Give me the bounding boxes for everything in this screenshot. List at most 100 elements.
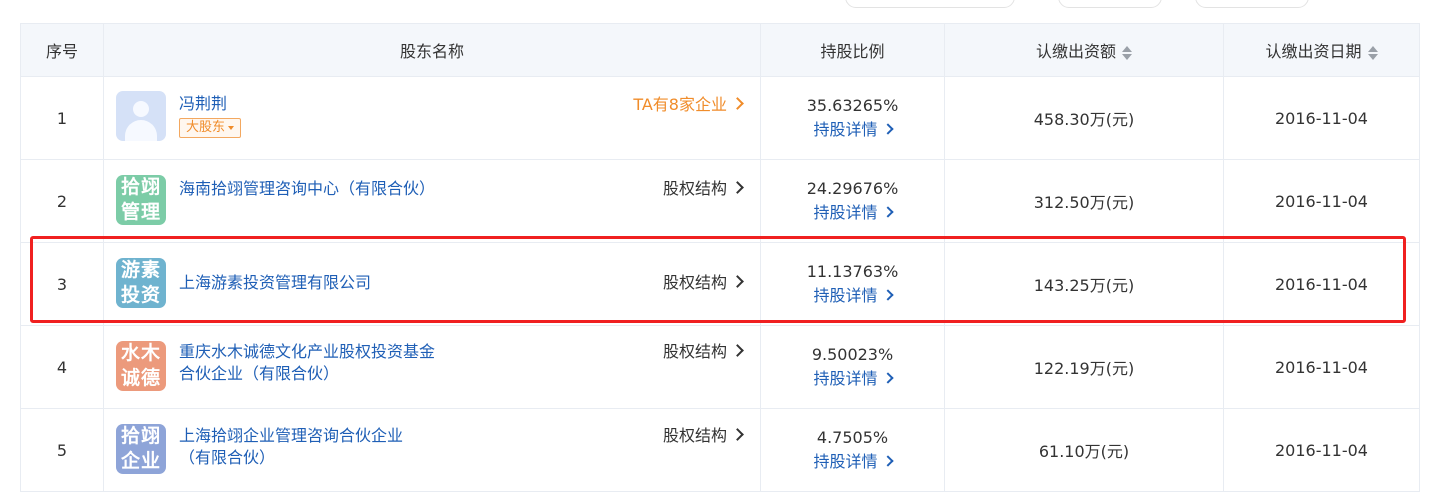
date-cell: 2016-11-04: [1223, 408, 1420, 492]
chevron-right-icon: [881, 454, 894, 467]
amount-cell: 122.19万(元): [944, 325, 1224, 409]
row-index: 3: [20, 242, 104, 326]
subscribed-date: 2016-11-04: [1275, 274, 1368, 294]
amount-cell: 61.10万(元): [944, 408, 1224, 492]
row-index: 5: [20, 408, 104, 492]
equity-structure-label: 股权结构: [662, 342, 727, 361]
chevron-right-icon: [881, 122, 894, 135]
shareholder-table: 序号 股东名称 持股比例 认缴出资额 认缴出资日期 1 冯荆荆 大股东 TA有8…: [20, 23, 1420, 492]
equity-structure-link[interactable]: 股权结构: [662, 425, 744, 447]
table-row: 3 游素 投资 上海游素投资管理有限公司 股权结构 11.13763% 持股详情…: [20, 242, 1420, 326]
subscribed-amount: 312.50万(元): [1033, 193, 1135, 212]
row-index: 1: [20, 76, 104, 160]
header-amount-label[interactable]: 认缴出资额: [1036, 42, 1116, 61]
header-date-label[interactable]: 认缴出资日期: [1265, 42, 1361, 61]
logo-text-line: 投资: [120, 284, 161, 306]
shareholder-cell: 拾翊 企业 上海拾翊企业管理咨询合伙企业（有限合伙） 股权结构: [103, 408, 761, 492]
top-filter-button-2[interactable]: [1058, 0, 1162, 8]
row-index-value: 5: [56, 440, 68, 460]
shareholder-name-link[interactable]: 重庆水木诚德文化产业股权投资基金合伙企业（有限合伙）: [179, 341, 449, 385]
header-amount[interactable]: 认缴出资额: [944, 23, 1224, 77]
top-filter-button-3[interactable]: [1195, 0, 1309, 8]
major-shareholder-tag[interactable]: 大股东: [179, 118, 242, 138]
table-row: 5 拾翊 企业 上海拾翊企业管理咨询合伙企业（有限合伙） 股权结构 4.7505…: [20, 408, 1420, 492]
header-ratio-label: 持股比例: [820, 42, 885, 61]
caret-down-icon: [228, 125, 235, 130]
shareholder-name-link[interactable]: 上海游素投资管理有限公司: [179, 272, 434, 294]
major-shareholder-tag-label: 大股东: [186, 120, 226, 135]
equity-structure-label: 股权结构: [662, 179, 727, 198]
logo-text-line: 水木: [120, 342, 161, 364]
amount-cell: 312.50万(元): [944, 159, 1224, 243]
shareholder-cell: 拾翊 管理 海南拾翊管理咨询中心（有限合伙） 股权结构: [103, 159, 761, 243]
ratio-cell: 9.50023% 持股详情: [760, 325, 945, 409]
share-ratio: 11.13763%: [806, 262, 899, 281]
holding-detail-label: 持股详情: [813, 452, 878, 471]
person-avatar-icon[interactable]: [116, 91, 166, 141]
holding-detail-label: 持股详情: [813, 286, 878, 305]
subscribed-amount: 458.30万(元): [1033, 110, 1135, 129]
subscribed-date: 2016-11-04: [1275, 191, 1368, 211]
subscribed-amount: 122.19万(元): [1033, 359, 1135, 378]
sort-icon[interactable]: [1367, 45, 1378, 60]
holding-detail-link[interactable]: 持股详情: [762, 118, 943, 142]
chevron-right-icon: [731, 344, 744, 357]
shareholder-name-link[interactable]: 海南拾翊管理咨询中心（有限合伙）: [179, 178, 435, 200]
date-cell: 2016-11-04: [1223, 325, 1420, 409]
ratio-cell: 35.63265% 持股详情: [760, 76, 945, 160]
shareholder-cell: 冯荆荆 大股东 TA有8家企业: [103, 76, 761, 160]
share-ratio: 4.7505%: [816, 428, 889, 447]
subscribed-amount: 61.10万(元): [1038, 442, 1130, 461]
equity-structure-link[interactable]: 股权结构: [662, 178, 744, 200]
shareholder-name-link[interactable]: 冯荆荆: [179, 93, 434, 115]
ratio-cell: 4.7505% 持股详情: [760, 408, 945, 492]
chevron-right-icon: [881, 371, 894, 384]
logo-text-line: 企业: [120, 450, 161, 472]
logo-text-line: 拾翊: [120, 425, 161, 447]
share-ratio: 24.29676%: [806, 179, 899, 198]
company-logo-icon[interactable]: 游素 投资: [116, 258, 166, 308]
holding-detail-link[interactable]: 持股详情: [762, 284, 943, 308]
chevron-right-icon: [731, 181, 744, 194]
subscribed-date: 2016-11-04: [1275, 108, 1368, 128]
date-cell: 2016-11-04: [1223, 242, 1420, 326]
related-companies-label: TA有8家企业: [633, 95, 727, 114]
chevron-right-icon: [731, 97, 744, 110]
shareholder-cell: 水木 诚德 重庆水木诚德文化产业股权投资基金合伙企业（有限合伙） 股权结构: [103, 325, 761, 409]
chevron-right-icon: [881, 205, 894, 218]
holding-detail-label: 持股详情: [813, 203, 878, 222]
shareholder-name-link[interactable]: 上海拾翊企业管理咨询合伙企业（有限合伙）: [179, 425, 434, 469]
header-name-label: 股东名称: [399, 42, 464, 61]
equity-structure-link[interactable]: 股权结构: [662, 341, 744, 363]
subscribed-amount: 143.25万(元): [1033, 276, 1135, 295]
header-name: 股东名称: [103, 23, 761, 77]
row-index-value: 2: [56, 191, 68, 211]
company-logo-icon[interactable]: 拾翊 企业: [116, 424, 166, 474]
company-logo-icon[interactable]: 拾翊 管理: [116, 175, 166, 225]
holding-detail-link[interactable]: 持股详情: [762, 201, 943, 225]
holding-detail-link[interactable]: 持股详情: [762, 450, 943, 474]
holding-detail-link[interactable]: 持股详情: [762, 367, 943, 391]
holding-detail-label: 持股详情: [813, 120, 878, 139]
company-logo-icon[interactable]: 水木 诚德: [116, 341, 166, 391]
top-filter-button-1[interactable]: [845, 0, 1015, 8]
logo-text-line: 诚德: [120, 367, 161, 389]
logo-text-line: 拾翊: [120, 176, 161, 198]
row-index-value: 3: [56, 274, 68, 294]
related-companies-link[interactable]: TA有8家企业: [633, 94, 744, 116]
share-ratio: 35.63265%: [806, 96, 899, 115]
table-row: 2 拾翊 管理 海南拾翊管理咨询中心（有限合伙） 股权结构 24.29676% …: [20, 159, 1420, 243]
holding-detail-label: 持股详情: [813, 369, 878, 388]
amount-cell: 458.30万(元): [944, 76, 1224, 160]
header-date[interactable]: 认缴出资日期: [1223, 23, 1420, 77]
subscribed-date: 2016-11-04: [1275, 357, 1368, 377]
table-row: 4 水木 诚德 重庆水木诚德文化产业股权投资基金合伙企业（有限合伙） 股权结构 …: [20, 325, 1420, 409]
equity-structure-link[interactable]: 股权结构: [663, 272, 744, 294]
share-ratio: 9.50023%: [811, 345, 894, 364]
equity-structure-label: 股权结构: [662, 426, 727, 445]
ratio-cell: 11.13763% 持股详情: [760, 242, 945, 326]
header-index: 序号: [20, 23, 104, 77]
shareholder-cell: 游素 投资 上海游素投资管理有限公司 股权结构: [103, 242, 761, 326]
sort-icon[interactable]: [1122, 45, 1132, 60]
ratio-cell: 24.29676% 持股详情: [760, 159, 945, 243]
